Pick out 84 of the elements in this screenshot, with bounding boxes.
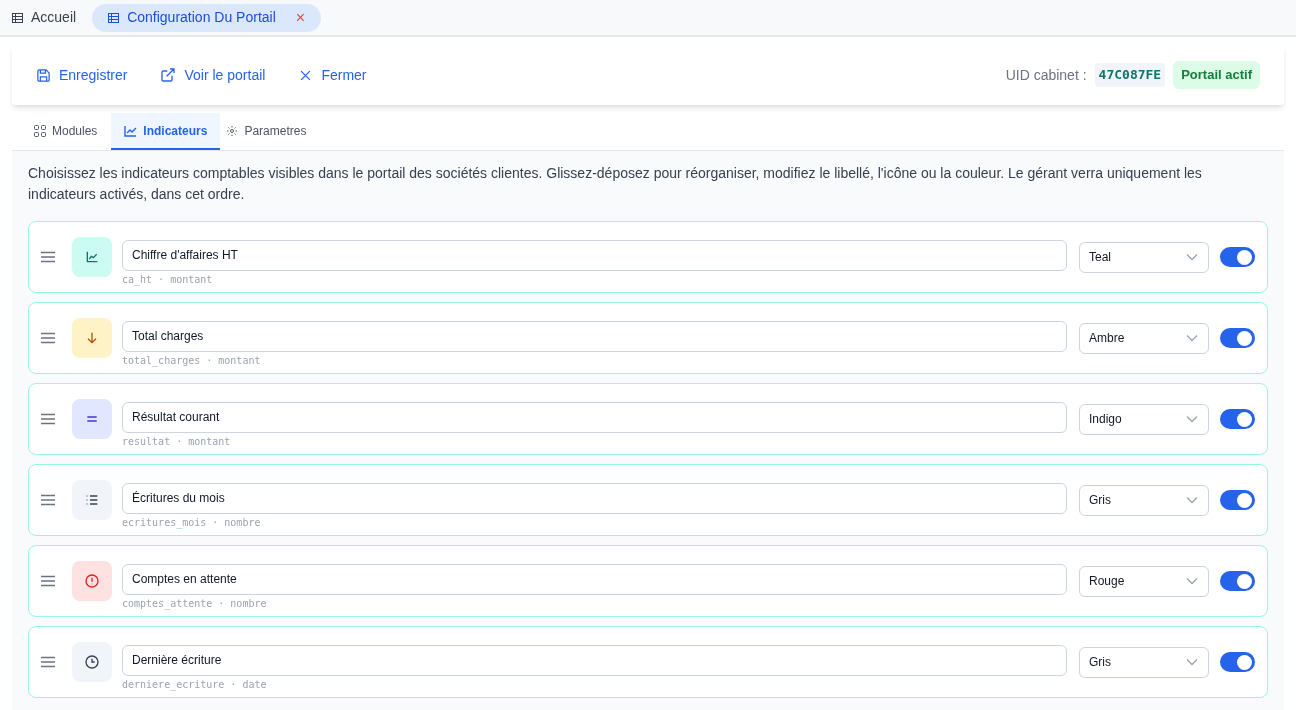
- uid-code: 47C087FE: [1094, 63, 1166, 87]
- save-button[interactable]: Enregistrer: [36, 64, 128, 86]
- separator-dot: ·: [230, 677, 237, 692]
- table-icon: [12, 12, 23, 23]
- key-text: ecritures_mois: [122, 515, 207, 531]
- label-input[interactable]: Dernière écriture: [122, 644, 1067, 676]
- chart-icon: [124, 124, 138, 137]
- indicator-card[interactable]: Écritures du mois ecritures_mois · nombre Gris: [28, 464, 1268, 536]
- key-text: derniere_ecriture: [122, 677, 225, 693]
- label-input[interactable]: Comptes en attente: [122, 563, 1067, 595]
- type-text: nombre: [224, 515, 261, 530]
- color-select[interactable]: Gris: [1079, 484, 1209, 516]
- separator-dot: ·: [218, 596, 225, 611]
- icon-tile[interactable]: [72, 561, 112, 601]
- type-text: montant: [170, 272, 213, 287]
- label-input[interactable]: Total charges: [122, 320, 1067, 352]
- alert-icon: [84, 573, 100, 589]
- external-button[interactable]: Voir le portail: [160, 64, 266, 86]
- chevron-down-icon: [1186, 334, 1198, 342]
- label-input[interactable]: Résultat courant: [122, 401, 1067, 433]
- toggle-switch[interactable]: [1220, 490, 1255, 510]
- tab[interactable]: Accueil: [12, 3, 77, 32]
- key-text: resultat: [122, 434, 171, 449]
- icon-tile[interactable]: [72, 480, 112, 520]
- color-select[interactable]: Teal: [1079, 241, 1209, 273]
- color-select[interactable]: Gris: [1079, 646, 1209, 678]
- toggle-switch[interactable]: [1220, 247, 1255, 267]
- drag-handle-icon[interactable]: [40, 575, 56, 587]
- drag-handle-icon[interactable]: [40, 413, 56, 425]
- key-text: comptes_attente: [122, 596, 213, 612]
- chevron-down-icon: [1186, 415, 1198, 423]
- type-text: montant: [188, 434, 231, 449]
- toggle-switch[interactable]: [1220, 328, 1255, 348]
- toggle-switch[interactable]: [1220, 409, 1255, 429]
- separator-dot: ·: [176, 434, 183, 449]
- toggle-switch[interactable]: [1220, 652, 1255, 672]
- indicator-card[interactable]: Comptes en attente comptes_attente · nombre Rouge: [28, 545, 1268, 617]
- chevron-down-icon: [1186, 496, 1198, 504]
- indicator-card[interactable]: Chiffre d'affaires HT ca_ht · montant Teal: [28, 221, 1268, 293]
- description-text: Choisissez les indicateurs comptables visibles dans le portail des sociétés clientes. Glissez-déposez pour réorganiser, modifiez le libellé, l'icône ou la couleur. Le gérant verra uniquement les indicateurs activés, dans cet ordre.: [28, 164, 1203, 204]
- chevron-down-icon: [1186, 253, 1198, 261]
- clock-icon: [84, 654, 100, 670]
- icon-tile[interactable]: [72, 318, 112, 358]
- chevron-down-icon: [1186, 577, 1198, 585]
- uid-label: UID cabinet :: [1005, 65, 1087, 85]
- settings-icon: [226, 124, 239, 137]
- type-text: montant: [218, 353, 261, 368]
- separator-dot: ·: [212, 515, 219, 530]
- section-tab[interactable]: Modules: [28, 113, 104, 150]
- icon-tile[interactable]: [72, 237, 112, 277]
- type-text: date: [242, 677, 267, 692]
- save-icon: [36, 67, 51, 83]
- external-link-icon: [160, 67, 177, 83]
- trend-chart-icon: [84, 249, 100, 265]
- drag-handle-icon[interactable]: [40, 251, 56, 263]
- separator-dot: ·: [158, 272, 165, 287]
- separator-dot: ·: [206, 353, 213, 368]
- toggle-switch[interactable]: [1220, 571, 1255, 591]
- section-tab[interactable]: Parametres: [220, 113, 313, 150]
- icon-tile[interactable]: [72, 642, 112, 682]
- type-text: nombre: [230, 596, 267, 611]
- tab[interactable]: Configuration Du Portail ×: [92, 3, 322, 32]
- tab-label: Configuration Du Portail: [127, 8, 276, 27]
- color-select[interactable]: Rouge: [1079, 565, 1209, 597]
- drag-handle-icon[interactable]: [40, 494, 56, 506]
- icon-tile[interactable]: [72, 399, 112, 439]
- chevron-down-icon: [1186, 658, 1198, 666]
- section-tab[interactable]: Indicateurs: [111, 113, 221, 150]
- tab-label: Accueil: [31, 8, 77, 27]
- label-input[interactable]: Chiffre d'affaires HT: [122, 239, 1067, 271]
- table-icon: [108, 12, 120, 23]
- indicator-card[interactable]: Résultat courant resultat · montant Indigo: [28, 383, 1268, 455]
- key-text: ca_ht: [122, 272, 153, 288]
- key-text: total_charges: [122, 353, 201, 369]
- color-select[interactable]: Indigo: [1079, 403, 1209, 435]
- close-button[interactable]: Fermer: [298, 64, 367, 86]
- drag-handle-icon[interactable]: [40, 332, 56, 344]
- grid-icon: [34, 124, 46, 137]
- color-select[interactable]: Ambre: [1079, 322, 1209, 354]
- status-badge: Portail actif: [1173, 61, 1260, 89]
- drag-handle-icon[interactable]: [40, 656, 56, 668]
- label-input[interactable]: Écritures du mois: [122, 482, 1067, 514]
- indicator-card[interactable]: Dernière écriture derniere_ecriture · date Gris: [28, 626, 1268, 698]
- indicator-card[interactable]: Total charges total_charges · montant Ambre: [28, 302, 1268, 374]
